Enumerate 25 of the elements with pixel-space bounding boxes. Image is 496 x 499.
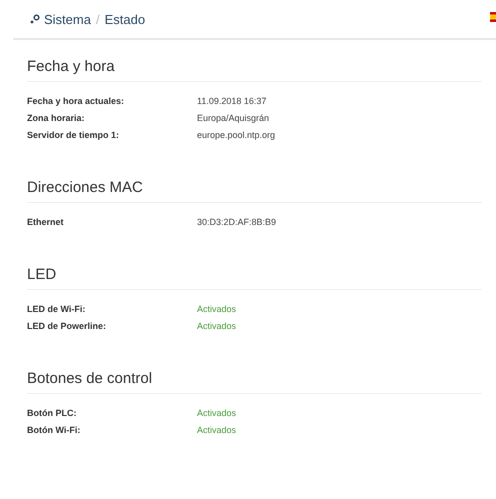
field-value: 30:D3:2D:AF:8B:B9 <box>197 216 276 226</box>
field-value: europe.pool.ntp.org <box>197 130 276 140</box>
breadcrumb-separator: / <box>96 12 100 26</box>
field-label: Servidor de tiempo 1: <box>27 130 120 140</box>
field-label: LED de Wi-Fi: <box>27 304 86 314</box>
field-label: Zona horaria: <box>27 112 86 122</box>
section-title: LED <box>27 266 482 290</box>
field-label: Botón Wi-Fi: <box>27 424 82 434</box>
breadcrumb-current: Estado <box>104 12 146 26</box>
field-label: Ethernet <box>27 216 65 226</box>
flag-icon[interactable] <box>490 12 496 22</box>
section-title: Botones de control <box>27 370 482 394</box>
field-value: Europa/Aquisgrán <box>197 112 270 122</box>
field-label: Botón PLC: <box>27 408 78 418</box>
settings-icon <box>30 14 40 24</box>
section-title: Direcciones MAC <box>27 179 482 203</box>
section-title: Fecha y hora <box>27 58 482 82</box>
field-label: LED de Powerline: <box>27 320 108 330</box>
breadcrumb-link[interactable]: Sistema <box>44 12 91 26</box>
field-value: Activados <box>197 424 236 434</box>
field-value: Activados <box>197 320 236 330</box>
field-value: Activados <box>197 304 236 314</box>
field-value: Activados <box>197 408 236 418</box>
field-value: 11.09.2018 16:37 <box>197 96 266 106</box>
field-label: Fecha y hora actuales: <box>27 96 126 106</box>
